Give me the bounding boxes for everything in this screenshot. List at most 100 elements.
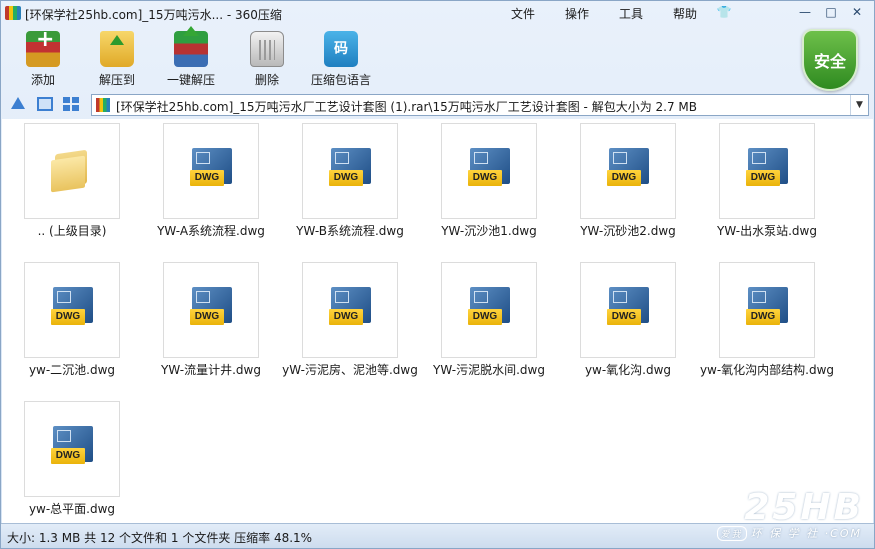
dwg-file-icon: DWG <box>190 148 234 192</box>
title-bar: [环保学社25hb.com]_15万吨污水... - 360压缩 文件 操作 工… <box>1 1 874 25</box>
file-name: YW-流量计井.dwg <box>161 363 261 377</box>
file-name: YW-出水泵站.dwg <box>717 224 817 238</box>
extract-to-icon <box>100 31 134 67</box>
path-field[interactable]: [环保学社25hb.com]_15万吨污水厂工艺设计套图 (1).rar\15万… <box>91 94 869 116</box>
file-thumbnail: DWG <box>163 262 259 358</box>
archive-icon <box>96 98 110 112</box>
extract-to-button[interactable]: 解压到 <box>79 31 155 88</box>
extract-to-label: 解压到 <box>98 73 135 87</box>
maximize-button[interactable]: □ <box>818 3 844 21</box>
file-item[interactable]: DWG YW-沉砂池2.dwg <box>558 119 692 239</box>
one-click-extract-button[interactable]: 一键解压 <box>153 26 229 88</box>
file-item[interactable]: DWG YW-出水泵站.dwg <box>697 119 831 239</box>
file-thumbnail: DWG <box>24 262 120 358</box>
file-thumbnail: DWG <box>719 123 815 219</box>
file-thumbnail <box>24 123 120 219</box>
dwg-file-icon: DWG <box>746 287 790 331</box>
watermark-badge: 爱我 <box>716 526 747 541</box>
security-label: 安全 <box>813 52 846 71</box>
window-title: [环保学社25hb.com]_15万吨污水... - 360压缩 <box>25 8 282 22</box>
add-button[interactable]: 添加 <box>5 27 81 88</box>
file-name: yw-总平面.dwg <box>28 502 116 516</box>
add-archive-icon <box>26 27 60 67</box>
dwg-tag: DWG <box>51 309 85 325</box>
file-name: yw-二沉池.dwg <box>28 363 116 377</box>
file-list: .. (上级目录) DWG YW-A系统流程.dwg DWG YW-B系统流程.dwg D… <box>2 119 873 523</box>
dwg-file-icon: DWG <box>190 287 234 331</box>
file-name: YW-A系统流程.dwg <box>157 224 265 238</box>
security-shield-icon: 安全 <box>802 29 858 91</box>
dwg-file-icon: DWG <box>329 287 373 331</box>
dwg-tag: DWG <box>468 170 502 186</box>
file-item[interactable]: DWG YW-A系统流程.dwg <box>141 119 275 239</box>
file-name: YW-沉沙池1.dwg <box>441 224 537 238</box>
menu-tools[interactable]: 工具 <box>619 5 643 22</box>
dwg-file-icon: DWG <box>329 148 373 192</box>
file-item[interactable]: DWG YW-沉沙池1.dwg <box>419 119 553 239</box>
archive-language-button[interactable]: 码 压缩包语言 <box>303 31 379 88</box>
app-window: [环保学社25hb.com]_15万吨污水... - 360压缩 文件 操作 工… <box>0 0 875 549</box>
menu-help[interactable]: 帮助 <box>673 5 697 22</box>
folder-icon <box>51 149 91 193</box>
file-thumbnail: DWG <box>441 123 537 219</box>
one-click-extract-icon <box>174 26 208 67</box>
file-thumbnail: DWG <box>580 262 676 358</box>
close-button[interactable]: ✕ <box>844 3 870 21</box>
window-controls: — □ ✕ <box>792 3 870 21</box>
file-item[interactable]: DWG yw-总平面.dwg <box>2 397 136 517</box>
watermark-brand: 25HB <box>744 487 864 528</box>
file-thumbnail: DWG <box>163 123 259 219</box>
minimize-button[interactable]: — <box>792 3 818 21</box>
dwg-tag: DWG <box>746 170 780 186</box>
file-thumbnail: DWG <box>302 262 398 358</box>
dwg-file-icon: DWG <box>746 148 790 192</box>
file-item[interactable]: DWG yW-污泥房、泥池等.dwg <box>280 258 418 378</box>
archive-language-label: 压缩包语言 <box>310 73 371 87</box>
file-thumbnail: DWG <box>24 401 120 497</box>
file-item[interactable]: DWG yw-氧化沟内部结构.dwg <box>697 258 834 378</box>
file-item[interactable]: DWG yw-氧化沟.dwg <box>558 258 692 378</box>
delete-trash-icon <box>250 31 284 67</box>
watermark-sub: 爱我环 保 学 社 ·COM <box>716 525 862 541</box>
status-text: 大小: 1.3 MB 共 12 个文件和 1 个文件夹 压缩率 48.1% <box>7 531 313 545</box>
menu-bar: 文件 操作 工具 帮助 <box>511 5 727 22</box>
menu-file[interactable]: 文件 <box>511 5 535 22</box>
delete-label: 删除 <box>254 73 279 87</box>
menu-operation[interactable]: 操作 <box>565 5 589 22</box>
security-shield[interactable]: 安全 <box>802 29 858 91</box>
toolbar: 添加 解压到 一键解压 删除 码 压缩包语言 <box>1 25 874 91</box>
dwg-tag: DWG <box>746 309 780 325</box>
file-thumbnail: DWG <box>719 262 815 358</box>
file-name: YW-沉砂池2.dwg <box>580 224 676 238</box>
one-click-extract-label: 一键解压 <box>166 73 215 87</box>
dwg-file-icon: DWG <box>51 287 95 331</box>
up-arrow-icon[interactable] <box>11 97 25 109</box>
file-item[interactable]: DWG YW-污泥脱水间.dwg <box>419 258 553 378</box>
file-thumbnail: DWG <box>441 262 537 358</box>
dwg-file-icon: DWG <box>51 426 95 470</box>
grid-view-icon[interactable] <box>63 97 79 111</box>
delete-button[interactable]: 删除 <box>229 31 305 88</box>
dwg-tag: DWG <box>51 448 85 464</box>
add-label: 添加 <box>30 73 55 87</box>
site-watermark: 25HB 爱我环 保 学 社 ·COM <box>698 487 864 545</box>
dwg-file-icon: DWG <box>468 148 512 192</box>
file-item[interactable]: DWG yw-二沉池.dwg <box>2 258 136 378</box>
file-name: .. (上级目录) <box>37 224 107 238</box>
dwg-tag: DWG <box>190 170 224 186</box>
path-dropdown-button[interactable]: ▼ <box>850 95 868 115</box>
file-name: yw-氧化沟内部结构.dwg <box>699 363 835 377</box>
dwg-tag: DWG <box>329 170 363 186</box>
file-item[interactable]: DWG YW-B系统流程.dwg <box>280 119 414 239</box>
app-logo-icon <box>5 6 21 20</box>
file-item[interactable]: DWG YW-流量计井.dwg <box>141 258 275 378</box>
address-bar: [环保学社25hb.com]_15万吨污水厂工艺设计套图 (1).rar\15万… <box>1 93 874 117</box>
parent-folder-item[interactable]: .. (上级目录) <box>2 119 136 239</box>
large-icon-view-icon[interactable] <box>37 97 53 111</box>
dwg-tag: DWG <box>190 309 224 325</box>
skin-shirt-icon[interactable]: 👕 <box>716 5 732 19</box>
dwg-tag: DWG <box>607 309 641 325</box>
dwg-file-icon: DWG <box>607 148 651 192</box>
dwg-tag: DWG <box>607 170 641 186</box>
archive-language-icon: 码 <box>324 31 358 67</box>
